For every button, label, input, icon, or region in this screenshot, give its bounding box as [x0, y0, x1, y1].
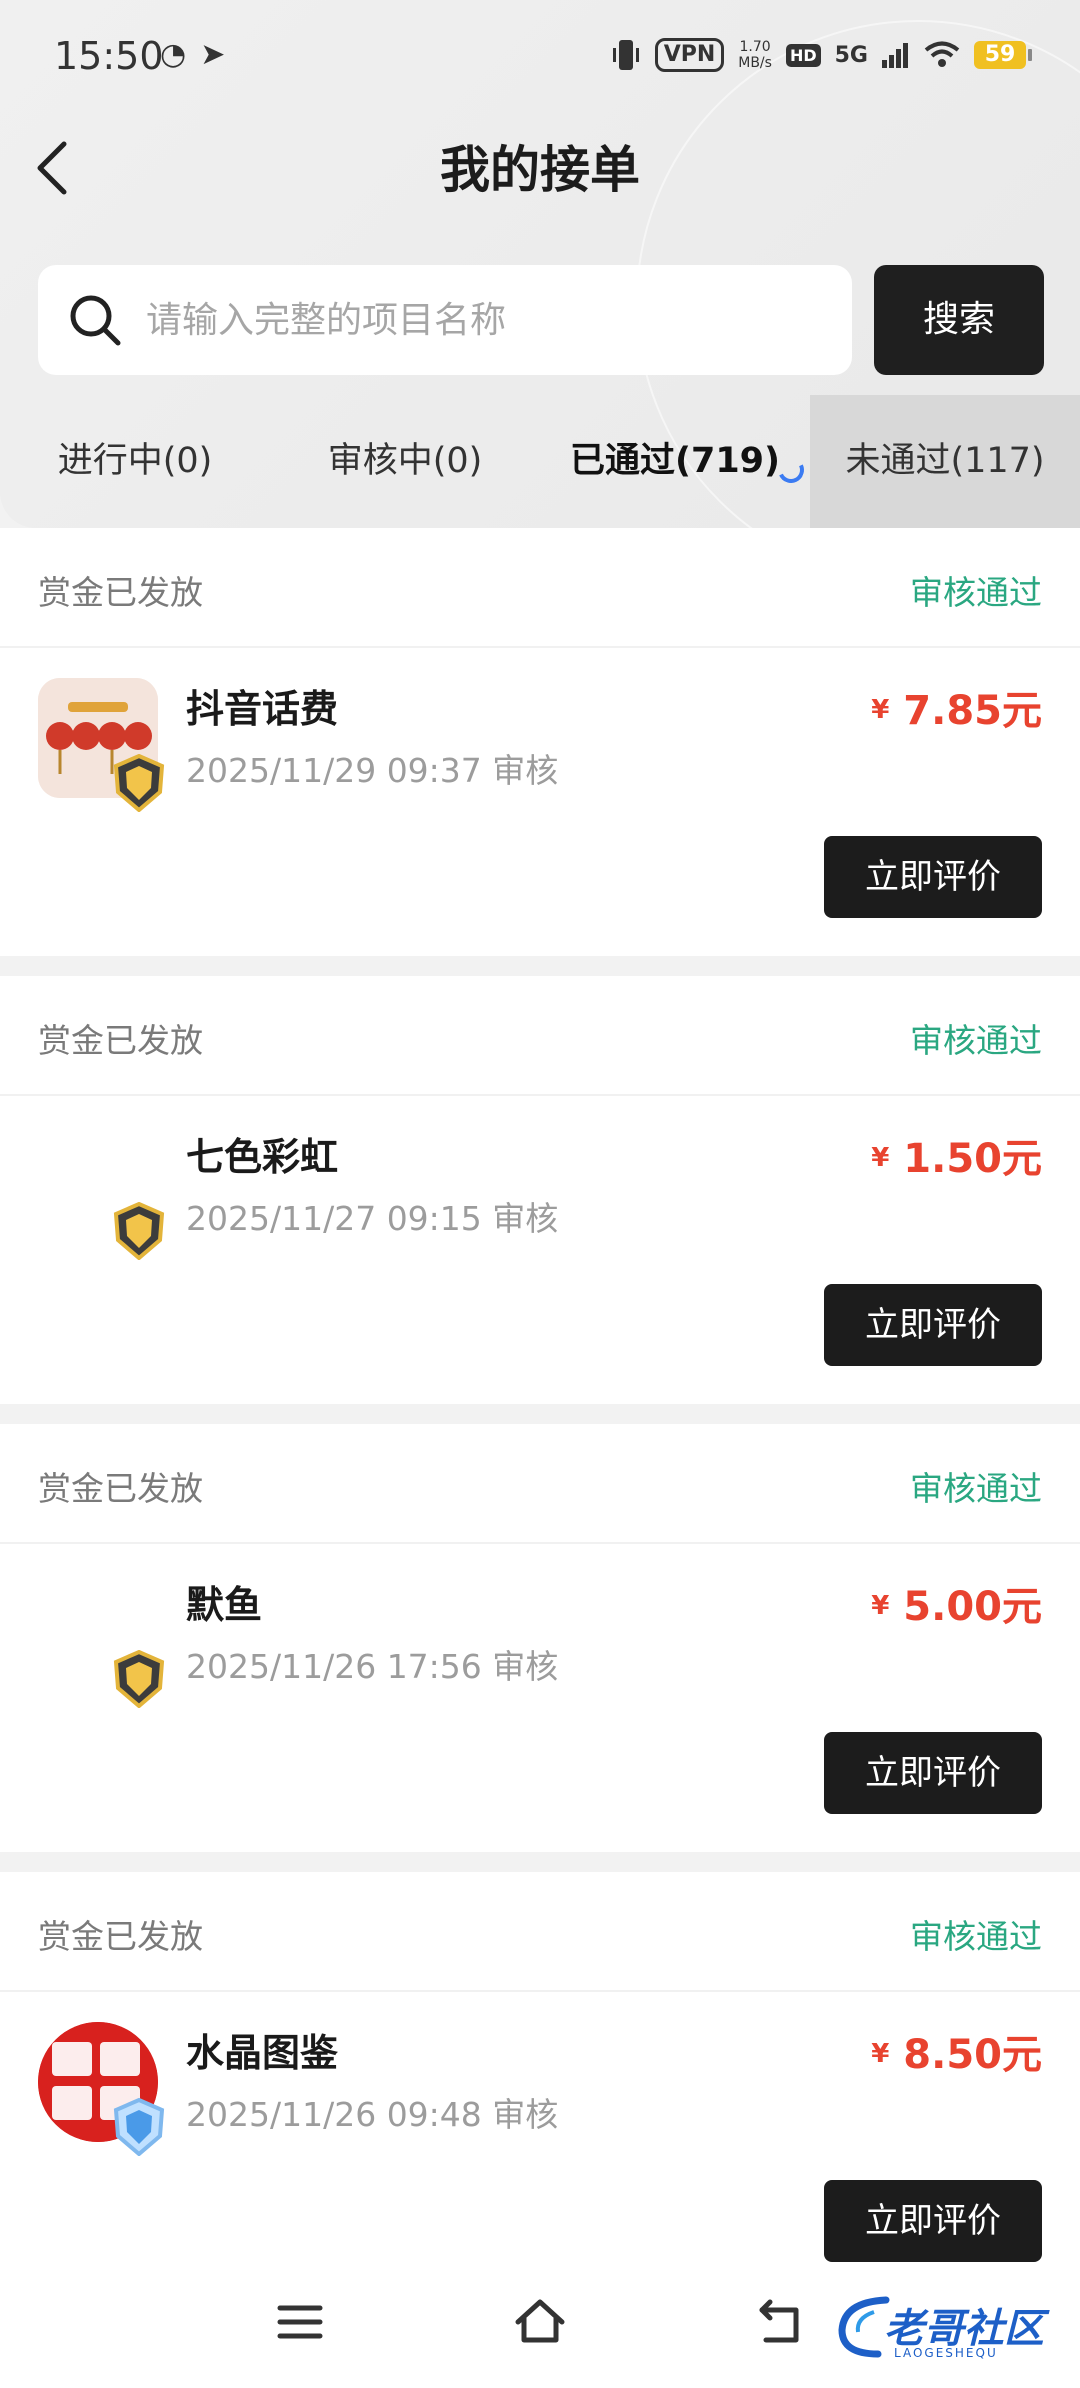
rate-now-button[interactable]: 立即评价 [824, 1284, 1042, 1366]
page-title: 我的接单 [440, 141, 640, 199]
review-time: 2025/11/26 17:56 审核 [186, 1647, 559, 1686]
search-button[interactable]: 搜索 [874, 265, 1044, 375]
vibrate-icon [612, 40, 639, 70]
gold-shield-badge-icon [113, 1202, 165, 1260]
search-box[interactable] [38, 265, 852, 375]
reward-status: 赏金已发放 [38, 1917, 203, 1956]
order-card: 赏金已发放 审核通过 七色彩虹 2025/11/27 09:15 审核 ¥1.5… [0, 976, 1080, 1404]
reward-price: ¥5.00元 [871, 1584, 1042, 1630]
reward-price: ¥1.50元 [871, 1136, 1042, 1182]
reward-price: ¥7.85元 [871, 688, 1042, 734]
search-icon [70, 295, 121, 346]
status-time: 15:50 [54, 34, 164, 78]
blue-shield-badge-icon [113, 2098, 165, 2156]
status-bar: 15:50 ◔ ➤ VPN 1.70 MB/s HD 5G 59 [0, 0, 1080, 110]
tab-in-progress[interactable]: 进行中(0) [0, 395, 270, 528]
home-icon[interactable] [510, 2292, 570, 2352]
gold-shield-badge-icon [113, 754, 165, 812]
rate-now-button[interactable]: 立即评价 [824, 1732, 1042, 1814]
card-header: 赏金已发放 审核通过 [0, 1872, 1080, 1992]
gold-shield-badge-icon [113, 1650, 165, 1708]
wifi-icon [924, 41, 960, 67]
review-time: 2025/11/26 09:48 审核 [186, 2095, 559, 2134]
back-nav-icon[interactable] [750, 2292, 810, 2352]
project-name: 七色彩虹 [186, 1135, 339, 1179]
card-header: 赏金已发放 审核通过 [0, 528, 1080, 648]
reward-status: 赏金已发放 [38, 573, 203, 612]
cell-bars-icon [882, 43, 908, 68]
reward-status: 赏金已发放 [38, 1469, 203, 1508]
hd-badge: HD [785, 43, 821, 67]
search-input[interactable] [146, 289, 826, 351]
menu-icon[interactable] [270, 2292, 330, 2352]
card-header: 赏金已发放 审核通过 [0, 1424, 1080, 1544]
reward-status: 赏金已发放 [38, 1021, 203, 1060]
card-header: 赏金已发放 审核通过 [0, 976, 1080, 1096]
order-card: 赏金已发放 审核通过 默鱼 2025/11/26 17:56 审核 ¥5.00元… [0, 1424, 1080, 1852]
tab-reviewing[interactable]: 审核中(0) [270, 395, 540, 528]
audit-status: 审核通过 [910, 1469, 1042, 1508]
order-card: 赏金已发放 审核通过 水晶图鉴 2025/11/26 09:48 审核 ¥8.5… [0, 1872, 1080, 2300]
order-card: 赏金已发放 审核通过 抖音话费 2025/11/29 09:37 审核 ¥7.8… [0, 528, 1080, 956]
status-tabs: 进行中(0) 审核中(0) 已通过(719) 未通过(117) [0, 395, 1080, 528]
review-time: 2025/11/27 09:15 审核 [186, 1199, 559, 1238]
audit-status: 审核通过 [910, 573, 1042, 612]
notification-icon: ◔ [160, 37, 187, 72]
audit-status: 审核通过 [910, 1917, 1042, 1956]
watermark-logo: 老哥社区 LAOGESHEQU [834, 2290, 1070, 2366]
project-name: 水晶图鉴 [186, 2031, 339, 2075]
project-name: 默鱼 [186, 1583, 263, 1627]
location-arrow-icon: ➤ [200, 37, 226, 72]
tab-approved[interactable]: 已通过(719) [540, 395, 810, 528]
rate-now-button[interactable]: 立即评价 [824, 836, 1042, 918]
net-speed: 1.70 MB/s [738, 39, 772, 71]
review-time: 2025/11/29 09:37 审核 [186, 751, 559, 790]
battery-icon: 59 [974, 41, 1032, 69]
vpn-badge: VPN [654, 38, 725, 72]
signal-icon: 5G [834, 42, 868, 68]
tab-rejected[interactable]: 未通过(117) [810, 395, 1080, 528]
reward-price: ¥8.50元 [871, 2032, 1042, 2078]
rate-now-button[interactable]: 立即评价 [824, 2180, 1042, 2262]
audit-status: 审核通过 [910, 1021, 1042, 1060]
project-name: 抖音话费 [186, 687, 339, 731]
